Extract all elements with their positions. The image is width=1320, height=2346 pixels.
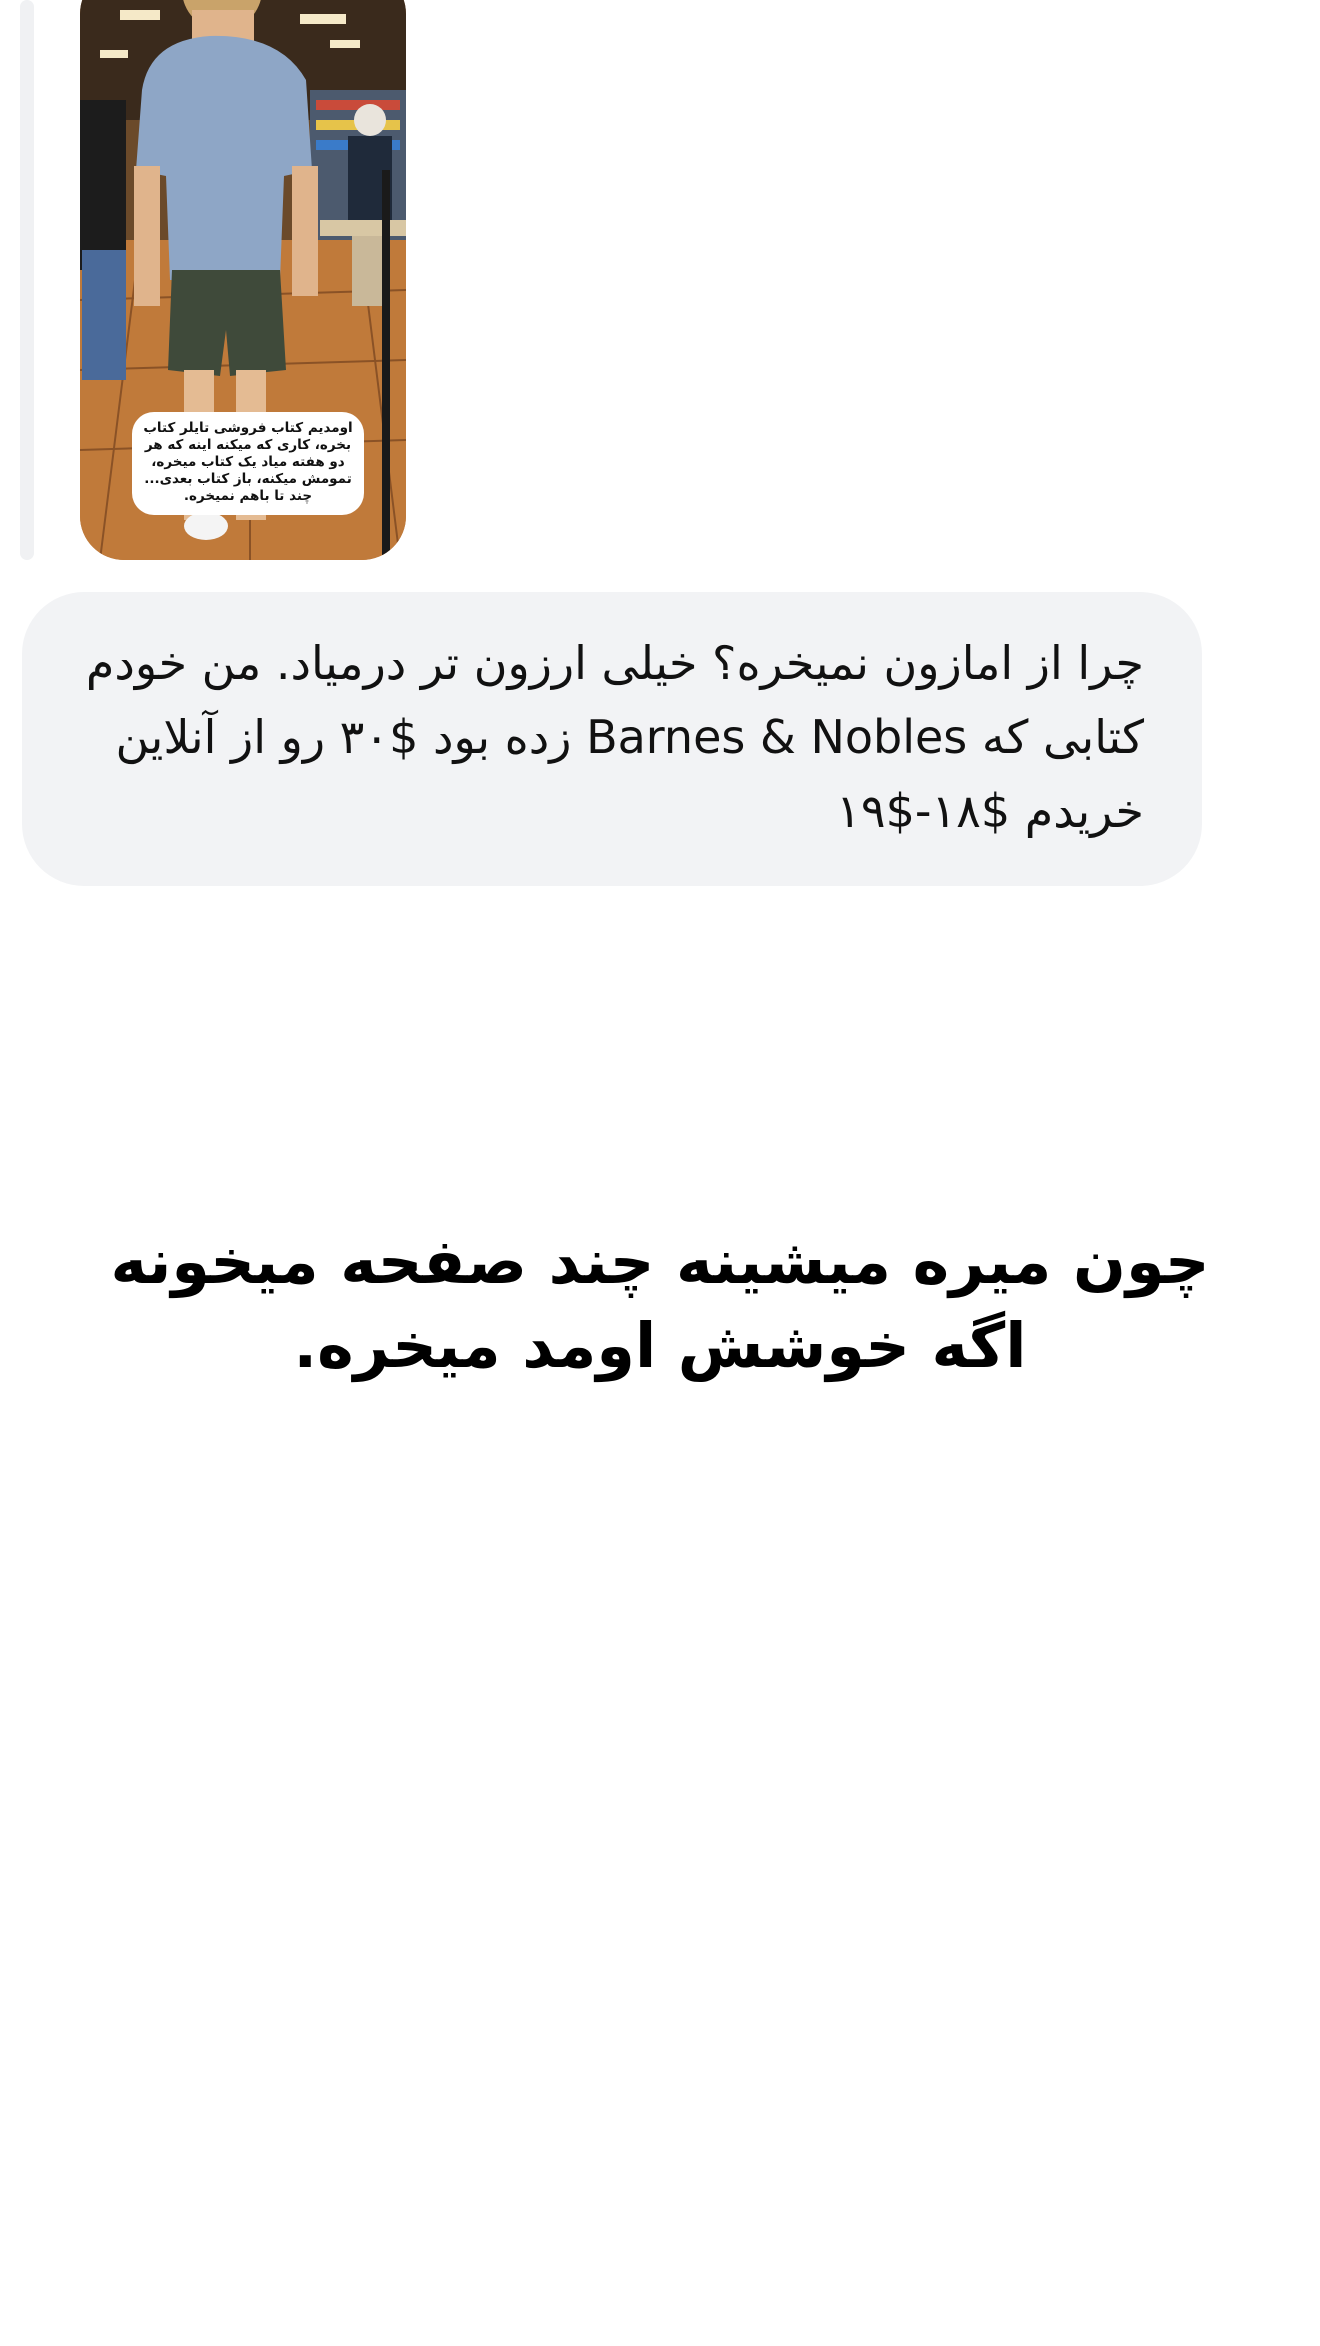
reply-message-bubble[interactable]: چرا از امازون نمیخره؟ خیلی ارزون تر درمی…: [22, 592, 1202, 886]
overlay-caption: چون میره میشینه چند صفحه میخونه اگه خوشش…: [110, 1225, 1210, 1382]
reply-thread-line: [20, 0, 34, 560]
story-reply-thumbnail[interactable]: اومدیم کتاب فروشی تایلر کتاب بخره، کاری …: [80, 0, 406, 560]
story-caption: اومدیم کتاب فروشی تایلر کتاب بخره، کاری …: [132, 412, 364, 515]
